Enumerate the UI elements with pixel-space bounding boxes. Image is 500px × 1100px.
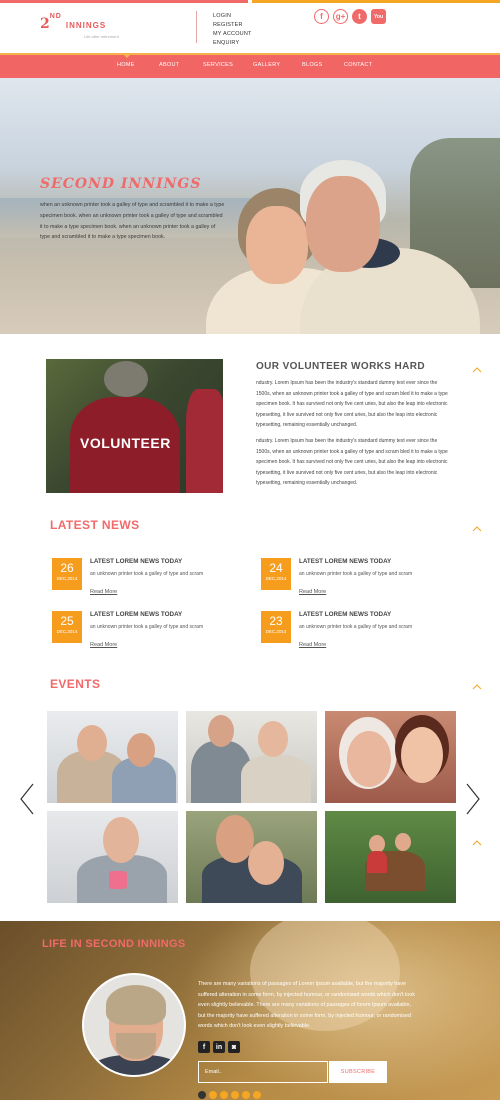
date-badge: 25 DEC,2014	[52, 611, 82, 643]
slider-dot-active[interactable]	[209, 1091, 217, 1099]
slider-dot-active[interactable]	[231, 1091, 239, 1099]
date-badge: 26 DEC,2014	[52, 558, 82, 590]
read-more-link[interactable]: Read More	[299, 642, 326, 648]
slider-dot[interactable]	[198, 1091, 206, 1099]
date-badge: 24 DEC,2014	[261, 558, 291, 590]
slider-dot-active[interactable]	[253, 1091, 261, 1099]
slider-dot-active[interactable]	[220, 1091, 228, 1099]
event-photo[interactable]	[186, 811, 317, 903]
event-photo[interactable]	[325, 711, 456, 803]
life-title: LIFE IN SECOND INNINGS	[42, 938, 186, 950]
nav-about[interactable]: ABOUT	[159, 62, 179, 68]
logo-word: INNINGS	[65, 21, 107, 30]
read-more-link[interactable]: Read More	[90, 642, 117, 648]
chevron-up-icon[interactable]	[472, 682, 482, 692]
facebook-icon[interactable]: f	[198, 1041, 210, 1053]
events-title: EVENTS	[50, 677, 101, 691]
linkedin-icon[interactable]: in	[213, 1041, 225, 1053]
news-item-text: an unknown printer took a galley of type…	[90, 624, 204, 630]
login-link[interactable]: LOGIN	[213, 12, 252, 21]
life-section: LIFE IN SECOND INNINGS There are many va…	[0, 921, 500, 1100]
news-item-text: an unknown printer took a galley of type…	[299, 624, 413, 630]
email-field[interactable]	[198, 1061, 328, 1083]
hero-text: when an unknown printer took a galley of…	[40, 202, 225, 241]
volunteer-shirt-text: VOLUNTEER	[80, 435, 171, 451]
my-account-link[interactable]: MY ACCOUNT	[213, 30, 252, 39]
tagline: Life after retirement	[84, 34, 119, 39]
event-photo[interactable]	[47, 811, 178, 903]
news-item: 23 DEC,2014 LATEST LOREM NEWS TODAY an un…	[261, 611, 441, 655]
google-plus-icon[interactable]: g+	[333, 9, 348, 24]
nav-contact[interactable]: CONTACT	[344, 62, 372, 68]
slider-dots	[198, 1091, 261, 1099]
carousel-prev-arrow[interactable]	[19, 783, 35, 815]
account-links: LOGIN REGISTER MY ACCOUNT ENQUIRY	[213, 12, 252, 48]
hero-banner: SECOND INNINGS when an unknown printer t…	[0, 78, 500, 334]
news-item: 25 DEC,2014 LATEST LOREM NEWS TODAY an un…	[52, 611, 232, 655]
chevron-up-icon[interactable]	[472, 365, 482, 375]
portrait-avatar	[82, 973, 186, 1077]
volunteer-paragraph-2: ndustry. Lorem Ipsum has been the indust…	[256, 438, 448, 487]
event-photo[interactable]	[186, 711, 317, 803]
instagram-icon[interactable]: ◙	[228, 1041, 240, 1053]
site-header: 2NDINNINGS Life after retirement LOGIN R…	[0, 3, 500, 53]
hero-title: SECOND INNINGS	[40, 176, 202, 192]
volunteer-title: OUR VOLUNTEER WORKS HARD	[256, 361, 426, 372]
register-link[interactable]: REGISTER	[213, 21, 252, 30]
carousel-next-arrow[interactable]	[465, 783, 481, 815]
news-item-title[interactable]: LATEST LOREM NEWS TODAY	[299, 611, 391, 618]
volunteer-image: VOLUNTEER	[46, 359, 223, 493]
nav-gallery[interactable]: GALLERY	[253, 62, 280, 68]
header-divider	[196, 11, 197, 43]
life-text: There are many variations of passages of…	[198, 981, 415, 1029]
read-more-link[interactable]: Read More	[299, 589, 326, 595]
main-nav: HOME ABOUT SERVICES GALLERY BLOGS CONTAC…	[0, 53, 500, 78]
news-item-title[interactable]: LATEST LOREM NEWS TODAY	[90, 611, 182, 618]
news-item-title[interactable]: LATEST LOREM NEWS TODAY	[90, 558, 182, 565]
read-more-link[interactable]: Read More	[90, 589, 117, 595]
twitter-icon[interactable]: t	[352, 9, 367, 24]
chevron-up-icon[interactable]	[472, 838, 482, 848]
slider-dot-active[interactable]	[242, 1091, 250, 1099]
date-badge: 23 DEC,2014	[261, 611, 291, 643]
news-item-text: an unknown printer took a galley of type…	[90, 571, 204, 577]
news-item-text: an unknown printer took a galley of type…	[299, 571, 413, 577]
volunteer-paragraph-1: ndustry. Lorem Ipsum has been the indust…	[256, 380, 448, 429]
news-item: 26 DEC,2014 LATEST LOREM NEWS TODAY an un…	[52, 558, 232, 602]
chevron-up-icon[interactable]	[472, 524, 482, 534]
event-photo[interactable]	[47, 711, 178, 803]
news-title: LATEST NEWS	[50, 518, 140, 532]
nav-home[interactable]: HOME	[117, 62, 135, 68]
nav-services[interactable]: SERVICES	[203, 62, 233, 68]
logo[interactable]: 2NDINNINGS	[40, 13, 107, 33]
logo-sup: ND	[49, 13, 62, 20]
enquiry-link[interactable]: ENQUIRY	[213, 39, 252, 48]
news-item-title[interactable]: LATEST LOREM NEWS TODAY	[299, 558, 391, 565]
facebook-icon[interactable]: f	[314, 9, 329, 24]
youtube-icon[interactable]: You	[371, 9, 386, 24]
nav-blogs[interactable]: BLOGS	[302, 62, 322, 68]
news-item: 24 DEC,2014 LATEST LOREM NEWS TODAY an un…	[261, 558, 441, 602]
social-icons: f g+ t You	[314, 9, 386, 24]
subscribe-button[interactable]: SUBSCRIBE	[329, 1061, 387, 1083]
event-photo[interactable]	[325, 811, 456, 903]
footer-social-icons: f in ◙	[198, 1041, 240, 1053]
logo-number: 2	[40, 16, 50, 32]
